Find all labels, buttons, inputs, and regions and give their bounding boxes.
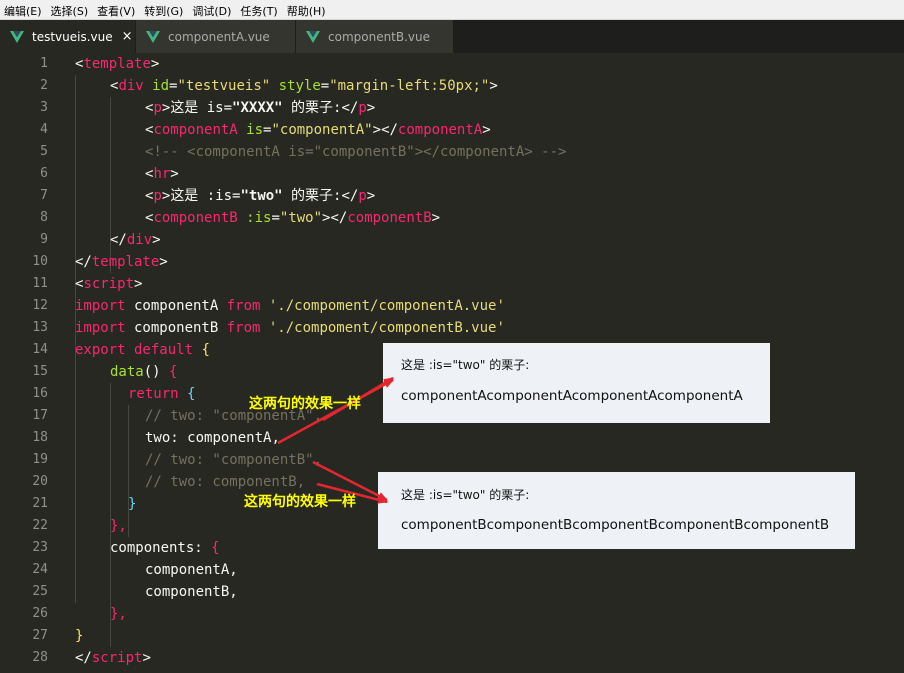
annotation-note-a: 这两句的效果一样: [249, 396, 361, 412]
annotation-arrows: [277, 376, 394, 504]
annotation-note-b: 这两句的效果一样: [244, 494, 356, 510]
